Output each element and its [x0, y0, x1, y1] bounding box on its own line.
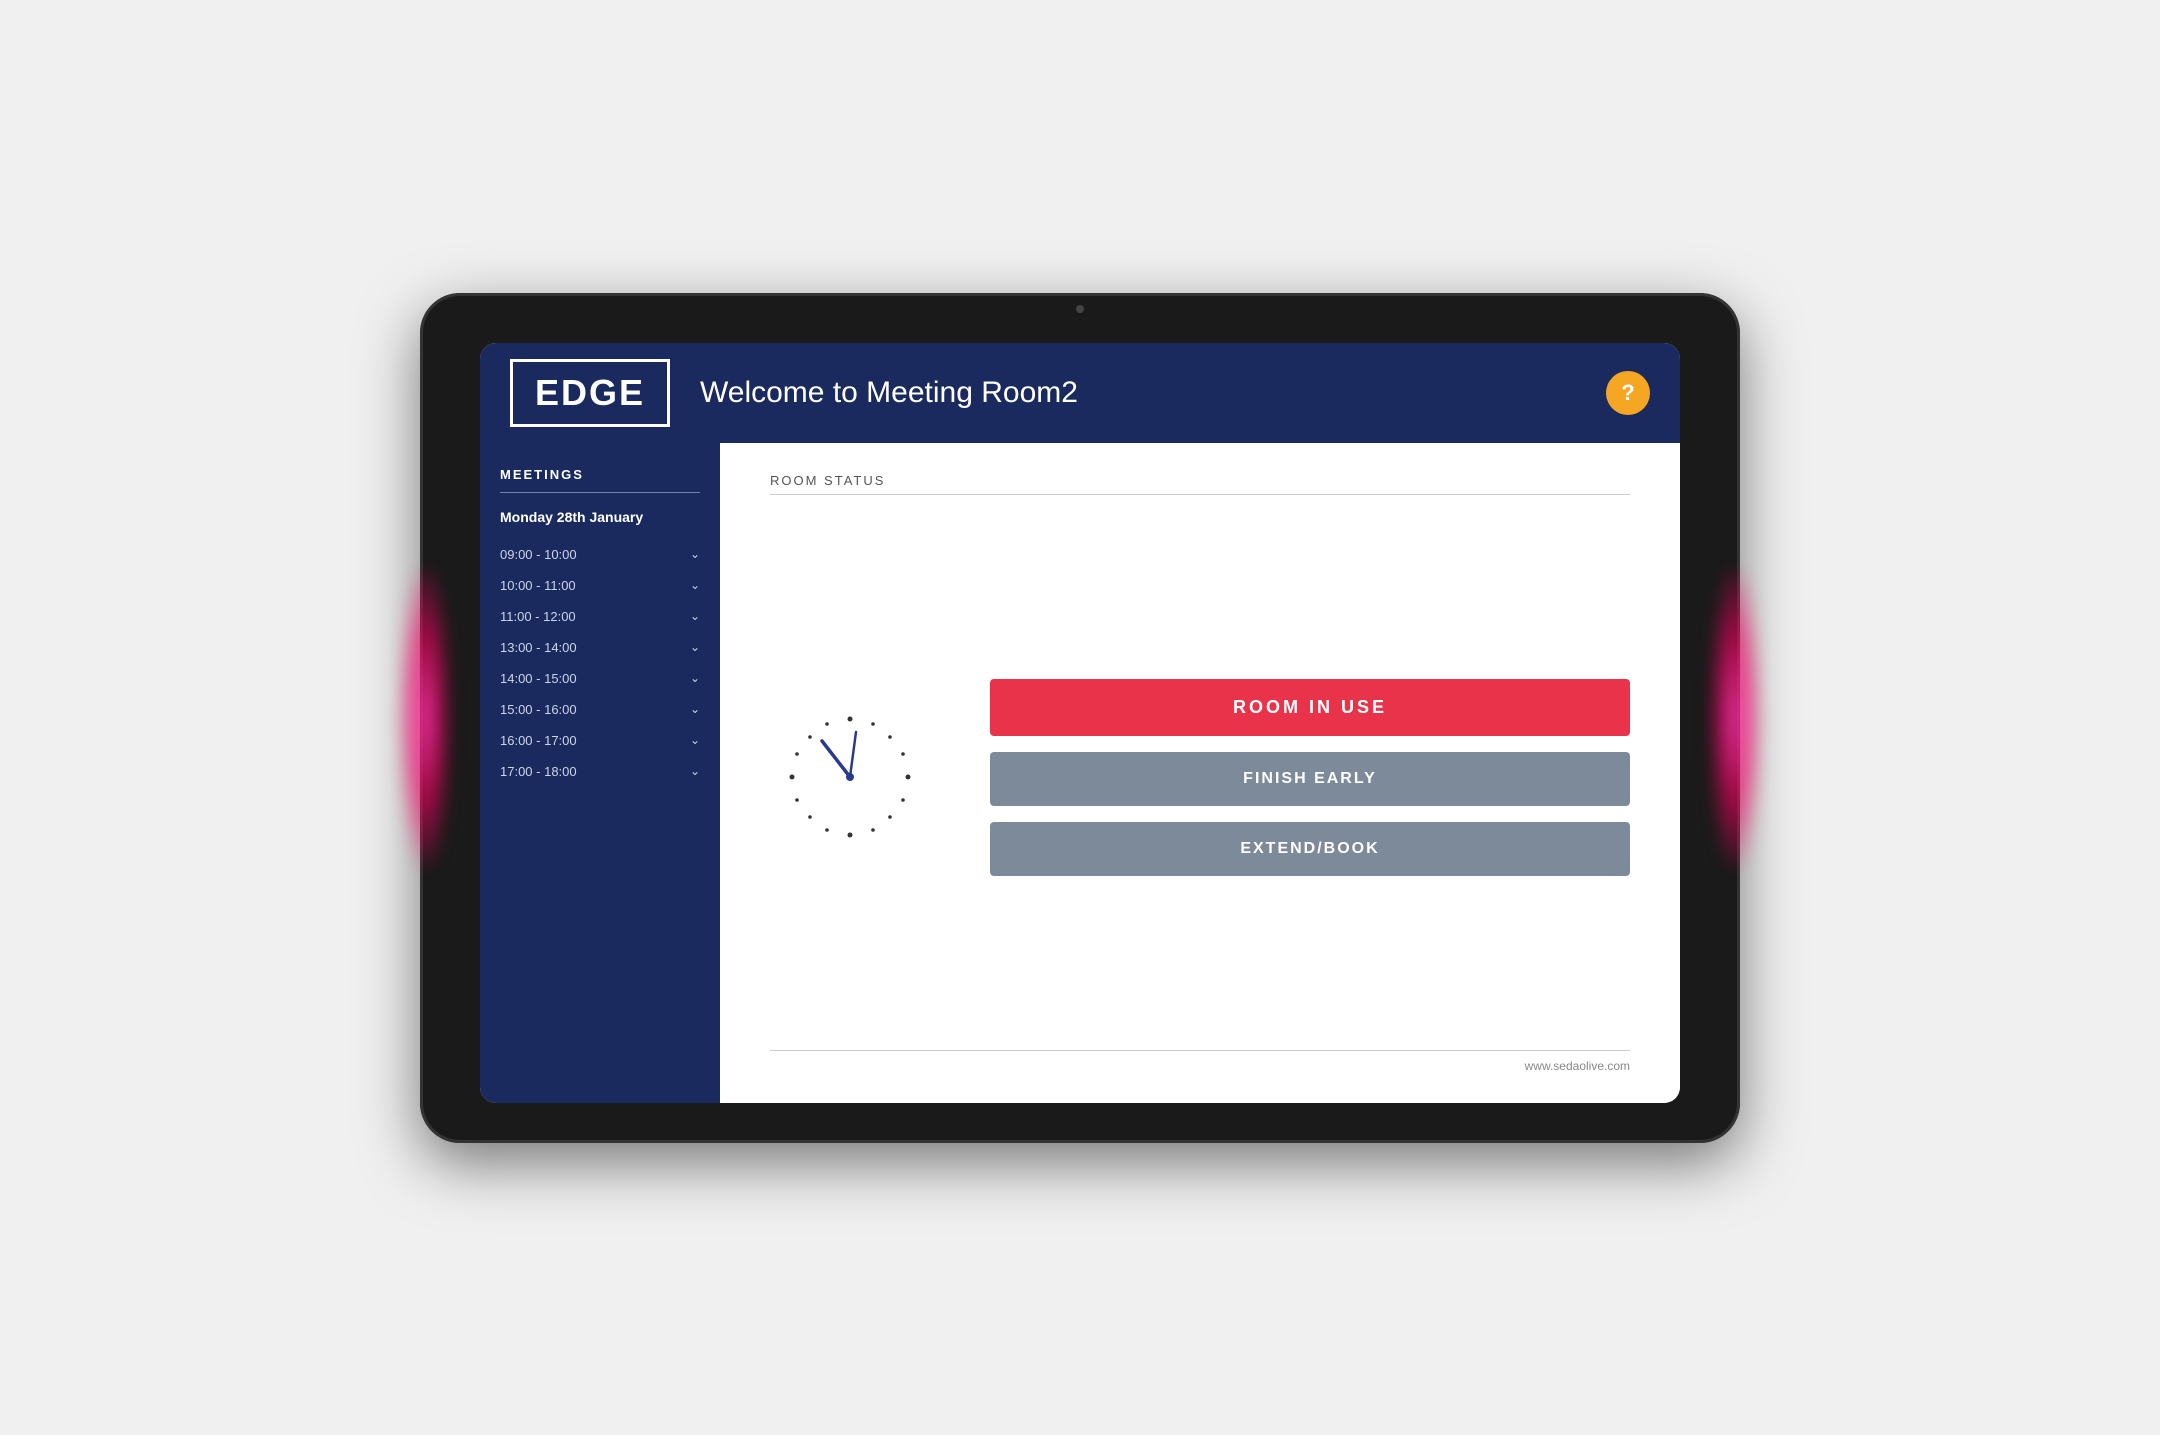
screen-bezel: EDGE Welcome to Meeting Room2 ? MEETINGS…: [480, 343, 1680, 1103]
meeting-slot[interactable]: 10:00 - 11:00 ⌄: [500, 570, 700, 601]
meeting-time: 09:00 - 10:00: [500, 547, 577, 562]
extend-book-button[interactable]: EXTEND/BOOK: [990, 822, 1630, 876]
help-button[interactable]: ?: [1606, 371, 1650, 415]
sidebar-title: MEETINGS: [500, 467, 700, 482]
meeting-time: 13:00 - 14:00: [500, 640, 577, 655]
meeting-time: 14:00 - 15:00: [500, 671, 577, 686]
tablet-shell: EDGE Welcome to Meeting Room2 ? MEETINGS…: [420, 293, 1740, 1143]
meeting-slot[interactable]: 15:00 - 16:00 ⌄: [500, 694, 700, 725]
room-in-use-button[interactable]: ROOM IN USE: [990, 679, 1630, 736]
meeting-slot[interactable]: 11:00 - 12:00 ⌄: [500, 601, 700, 632]
meeting-time: 11:00 - 12:00: [500, 609, 576, 624]
clock-container: [770, 697, 930, 857]
chevron-down-icon: ⌄: [690, 702, 700, 716]
room-status-label: ROOM STATUS: [770, 473, 1630, 488]
main-content: MEETINGS Monday 28th January 09:00 - 10:…: [480, 443, 1680, 1103]
meeting-slot[interactable]: 17:00 - 18:00 ⌄: [500, 756, 700, 787]
screen: EDGE Welcome to Meeting Room2 ? MEETINGS…: [480, 343, 1680, 1103]
status-buttons: ROOM IN USE FINISH EARLY EXTEND/BOOK: [990, 679, 1630, 876]
header: EDGE Welcome to Meeting Room2 ?: [480, 343, 1680, 443]
right-panel: ROOM STATUS: [720, 443, 1680, 1103]
status-content: ROOM IN USE FINISH EARLY EXTEND/BOOK: [770, 525, 1630, 1030]
clock-svg: [770, 697, 930, 857]
camera: [1076, 305, 1084, 313]
welcome-message: Welcome to Meeting Room2: [700, 376, 1606, 410]
meeting-slot[interactable]: 16:00 - 17:00 ⌄: [500, 725, 700, 756]
chevron-down-icon: ⌄: [690, 733, 700, 747]
logo-text: EDGE: [535, 372, 645, 414]
chevron-down-icon: ⌄: [690, 609, 700, 623]
meeting-time: 16:00 - 17:00: [500, 733, 577, 748]
finish-early-button[interactable]: FINISH EARLY: [990, 752, 1630, 806]
chevron-down-icon: ⌄: [690, 578, 700, 592]
meeting-date: Monday 28th January: [500, 509, 700, 525]
meeting-slots-list: 09:00 - 10:00 ⌄ 10:00 - 11:00 ⌄ 11:00 - …: [500, 539, 700, 787]
meeting-slot[interactable]: 14:00 - 15:00 ⌄: [500, 663, 700, 694]
sidebar: MEETINGS Monday 28th January 09:00 - 10:…: [480, 443, 720, 1103]
panel-divider-bottom: [770, 1050, 1630, 1051]
panel-divider-top: [770, 494, 1630, 495]
meeting-slot[interactable]: 13:00 - 14:00 ⌄: [500, 632, 700, 663]
chevron-down-icon: ⌄: [690, 547, 700, 561]
chevron-down-icon: ⌄: [690, 764, 700, 778]
sidebar-divider: [500, 492, 700, 493]
chevron-down-icon: ⌄: [690, 640, 700, 654]
footer-url: www.sedaolive.com: [770, 1059, 1630, 1073]
device-wrapper: EDGE Welcome to Meeting Room2 ? MEETINGS…: [380, 268, 1780, 1168]
logo-box: EDGE: [510, 359, 670, 427]
meeting-time: 17:00 - 18:00: [500, 764, 577, 779]
meeting-slot[interactable]: 09:00 - 10:00 ⌄: [500, 539, 700, 570]
meeting-time: 15:00 - 16:00: [500, 702, 577, 717]
chevron-down-icon: ⌄: [690, 671, 700, 685]
glow-left: [400, 568, 450, 868]
glow-right: [1710, 568, 1760, 868]
meeting-time: 10:00 - 11:00: [500, 578, 576, 593]
